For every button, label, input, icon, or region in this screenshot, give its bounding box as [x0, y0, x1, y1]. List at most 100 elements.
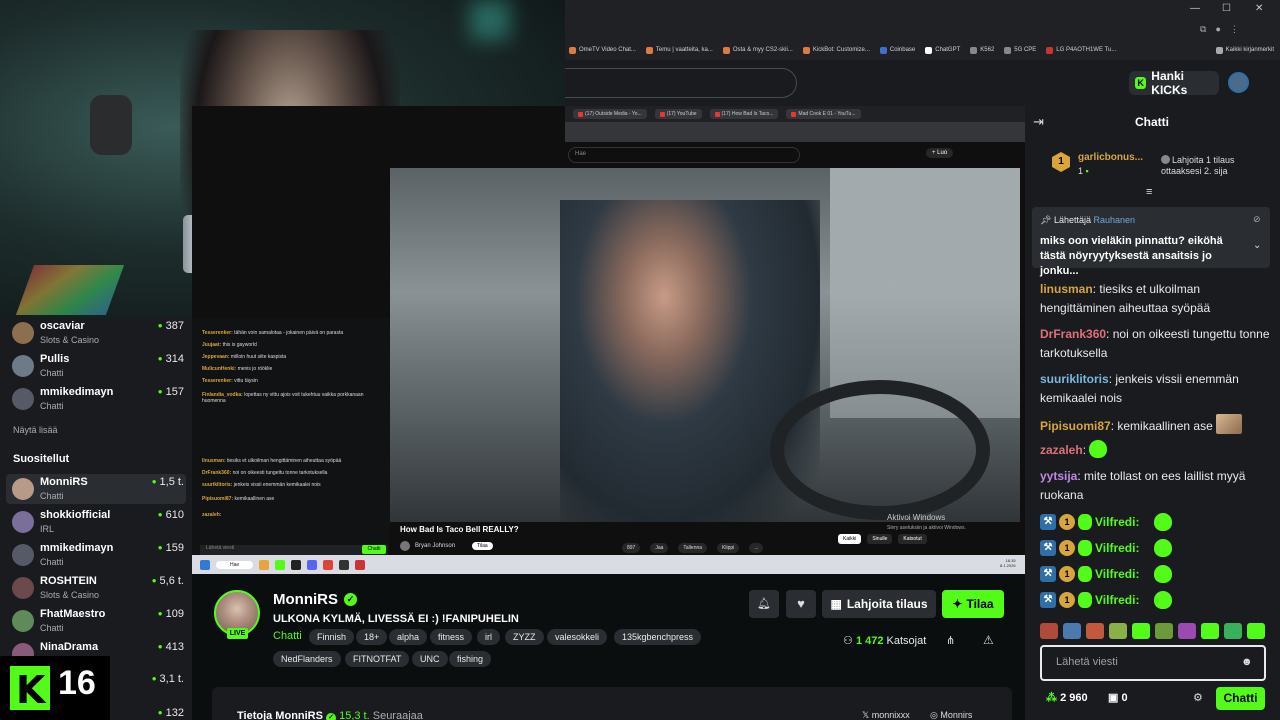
emote-button[interactable]	[1040, 623, 1058, 639]
gift-subscription-button[interactable]: ▦ Lahjoita tilaus	[822, 590, 936, 618]
chevron-down-icon[interactable]: ⌄	[1253, 240, 1261, 251]
channel-avatar	[400, 541, 410, 551]
sidebar-channel-mmikedimayn-2[interactable]: mmikedimayn Chatti 159	[12, 542, 184, 572]
close-window-icon[interactable]: ✕	[1255, 3, 1263, 14]
show-more-link[interactable]: Näytä lisää	[13, 425, 58, 435]
bookmark-item[interactable]: 5G CPE	[1004, 46, 1036, 54]
follow-button[interactable]: ♥	[786, 590, 816, 618]
chat-message-vilfredi: ⚒ 1 Vilfredi:	[1040, 590, 1173, 610]
emote-button[interactable]	[1224, 623, 1242, 639]
stream-tag[interactable]: alpha	[389, 629, 428, 645]
bookmark-item[interactable]: K562	[970, 46, 994, 54]
taskbar-search: Hae	[216, 560, 254, 569]
sidebar-channel-roshtein[interactable]: ROSHTEIN Slots & Casino 5,6 t.	[12, 575, 184, 605]
more-action: ...	[749, 543, 764, 553]
minichat-line: DrFrank360: noi on oikeesti tungettu ton…	[202, 470, 328, 476]
stream-tag[interactable]: ZYZZ	[505, 629, 544, 645]
stream-tag[interactable]: NedFlanders	[273, 651, 341, 667]
emote-button[interactable]	[1109, 623, 1127, 639]
kick-logo-icon	[10, 666, 50, 712]
leaderboard-count: 1 ▪	[1078, 166, 1089, 176]
bookmark-item[interactable]: Temu | vaatteita, ka...	[645, 46, 713, 54]
stream-tag[interactable]: fitness	[430, 629, 473, 645]
like-count: 897	[622, 543, 641, 553]
stream-tag[interactable]: fishing	[449, 651, 492, 667]
get-kicks-button[interactable]: K Hanki KICKs	[1129, 69, 1219, 97]
profile-icon[interactable]: ●	[1215, 24, 1220, 38]
user-avatar[interactable]	[1228, 72, 1249, 93]
send-chat-button[interactable]: Chatti	[1216, 687, 1265, 710]
stream-tag[interactable]: valesokkeli	[547, 629, 608, 645]
bookmark-item[interactable]: KickBot: Customize...	[802, 46, 870, 54]
leaderboard-name[interactable]: garlicbonus...	[1078, 152, 1143, 163]
stream-tag[interactable]: UNC	[412, 651, 448, 667]
stream-tag[interactable]: 18+	[356, 629, 388, 645]
channel-points[interactable]: ⁂ 2 960	[1046, 691, 1088, 704]
sidebar-channel-mmikedimayn[interactable]: mmikedimayn Chatti 157	[12, 386, 184, 416]
youtube-icon	[791, 111, 797, 117]
avatar	[12, 511, 34, 533]
bookmark-item[interactable]: ChatGPT	[925, 46, 960, 54]
emote-button[interactable]	[1201, 623, 1219, 639]
sub-badge-icon: 1	[1059, 540, 1075, 556]
chat-message: zazaleh:	[1040, 440, 1270, 460]
minimize-icon[interactable]: —	[1190, 3, 1200, 14]
og-badge-icon	[1078, 592, 1092, 608]
minichat-send: Chatti	[362, 545, 386, 554]
pinned-by: 📌︎ Lähettäjä Rauhanen	[1040, 215, 1136, 225]
emote-button[interactable]	[1132, 623, 1150, 639]
moderator-badge-icon: ⚒	[1040, 514, 1056, 530]
search-input[interactable]	[565, 68, 797, 98]
chip: Sinulle	[867, 534, 893, 544]
emote-button[interactable]	[1247, 623, 1265, 639]
bookmark-icon	[645, 46, 653, 54]
social-instagram-link[interactable]: ◎ Monnirs	[930, 710, 972, 720]
emote-button[interactable]	[1178, 623, 1196, 639]
bookmark-item[interactable]: LG P4AOTH1WE Tu...	[1046, 46, 1116, 54]
stream-category[interactable]: Chatti	[273, 630, 302, 642]
sidebar-channel-fhatmaestro[interactable]: FhatMaestro Chatti 109	[12, 608, 184, 638]
sidebar-channel-pullis[interactable]: Pullis Chatti 314	[12, 353, 184, 383]
sidebar-channel-shokkiofficial[interactable]: shokkiofficial IRL 610	[12, 509, 184, 539]
taskbar-app-icon	[355, 559, 366, 570]
emote-button[interactable]	[1155, 623, 1173, 639]
extensions-icon[interactable]: ⧉	[1200, 24, 1206, 38]
bookmark-icon	[802, 46, 810, 54]
streamer-name[interactable]: MonniRS ✓	[273, 591, 357, 608]
kick-logo-overlay: 16	[0, 656, 110, 720]
sub-badge-icon: 1	[1059, 514, 1075, 530]
notifications-button[interactable]: 🔔︎	[749, 590, 779, 618]
gear-icon[interactable]: ⚙	[1193, 691, 1203, 704]
x-icon: 𝕏	[862, 710, 870, 720]
collapse-chat-icon[interactable]: ⇥	[1033, 114, 1044, 130]
kicks-balance[interactable]: ▣ 0	[1108, 691, 1128, 704]
bookmark-item[interactable]: Coinbase	[879, 46, 915, 54]
save-action: Tallenna	[678, 543, 708, 553]
emoji-picker-icon[interactable]: ☻	[1241, 656, 1253, 668]
stream-tag[interactable]: irl	[477, 629, 500, 645]
stream-tag[interactable]: FITNOTFAT	[345, 651, 410, 667]
minichat-line: Tesserenker: vittu täysin	[202, 378, 258, 384]
sidebar-channel-monnirs[interactable]: MonniRS Chatti 1,5 t.	[12, 476, 184, 506]
stream-tag[interactable]: 135kgbenchpress	[614, 629, 702, 645]
leaderboard-expand-icon[interactable]: ≡	[1146, 186, 1152, 198]
social-x-link[interactable]: 𝕏 monnixxx	[862, 710, 910, 720]
bookmarks-bar: OmeTV Video Chat... Temu | vaatteita, ka…	[565, 42, 1280, 58]
report-icon[interactable]: ⚠	[983, 633, 994, 647]
sidebar-channel-oscaviar[interactable]: oscaviar Slots & Casino 387	[12, 320, 184, 350]
bookmark-item[interactable]: Osta & myy CS2-skii...	[722, 46, 793, 54]
stream-tag[interactable]: Finnish	[309, 629, 355, 645]
pin-icon: 📌︎	[1040, 215, 1052, 225]
maximize-icon[interactable]: ☐	[1222, 3, 1231, 14]
gift-leaderboard-prompt[interactable]: Lahjoita 1 tilaus ottaaksesi 2. sija	[1161, 155, 1273, 177]
menu-icon[interactable]: ⋮	[1230, 24, 1239, 38]
subscribe-button[interactable]: ✦ Tilaa	[942, 590, 1004, 618]
emote-button[interactable]	[1086, 623, 1104, 639]
minichat-line: Juujaat: this is gayworld	[202, 342, 257, 348]
hide-pin-icon[interactable]: ⊘	[1253, 214, 1261, 225]
captured-browser-tabs: (17) Outside Media - Yo... (17) YouTube …	[565, 106, 1025, 122]
all-bookmarks[interactable]: Kaikki kirjanmerkit	[1215, 46, 1280, 54]
share-icon[interactable]: ⋔	[946, 634, 955, 647]
bookmark-item[interactable]: OmeTV Video Chat...	[569, 46, 636, 54]
emote-button[interactable]	[1063, 623, 1081, 639]
